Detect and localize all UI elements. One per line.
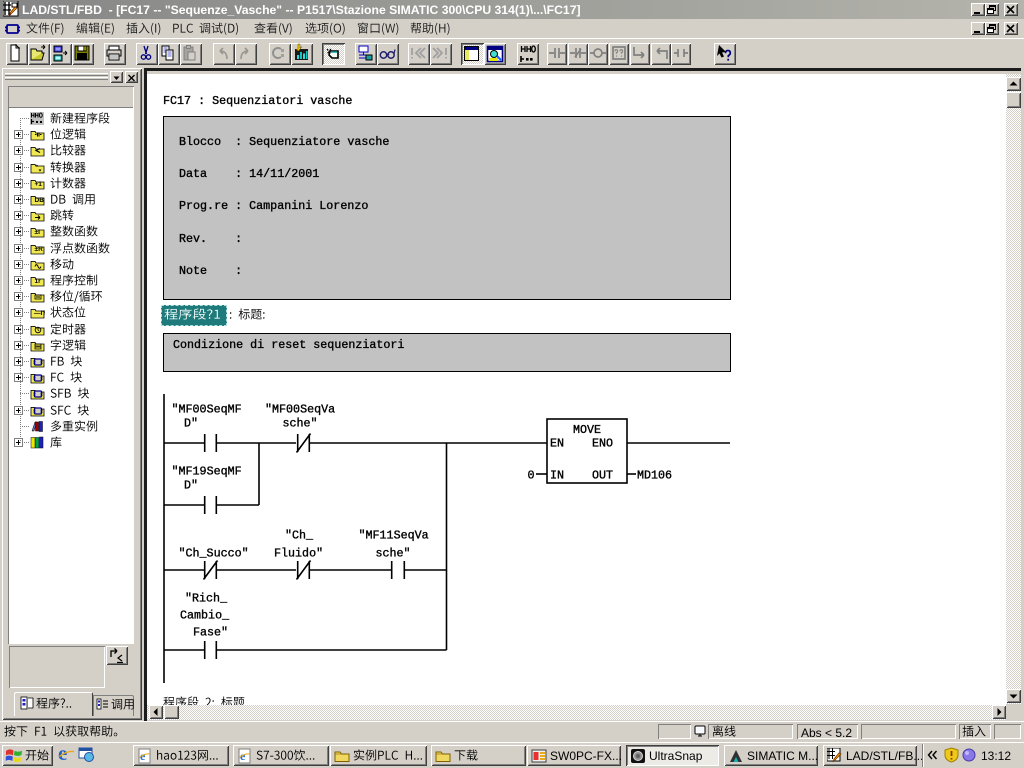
svg-text:"MF11SeqVa: "MF11SeqVa (359, 529, 429, 543)
svg-text:"MF00SeqVa: "MF00SeqVa (265, 403, 335, 417)
svg-text:Fluido": Fluido" (274, 547, 323, 561)
svg-text:MD106: MD106 (637, 469, 672, 483)
svg-text:EN: EN (550, 437, 564, 451)
svg-text:Cambio_: Cambio_ (180, 609, 230, 623)
svg-text:Fase": Fase" (193, 626, 228, 640)
svg-text:OUT: OUT (592, 469, 613, 483)
svg-text:D": D" (184, 479, 198, 493)
svg-text:+1: +1 (35, 181, 43, 188)
svg-text:ENO: ENO (592, 437, 613, 451)
svg-text:D": D" (184, 417, 198, 431)
svg-text:±I: ±I (35, 229, 41, 236)
svg-text:MOVE: MOVE (573, 423, 601, 437)
svg-text:sche": sche" (283, 417, 318, 431)
svg-text:0: 0 (528, 469, 535, 483)
svg-text:sche": sche" (376, 547, 411, 561)
svg-text:IN: IN (550, 469, 564, 483)
svg-text:"Ch_Succo": "Ch_Succo" (179, 547, 249, 561)
svg-text:"MF19SeqMF: "MF19SeqMF (172, 465, 242, 479)
svg-text:"MF00SeqMF: "MF00SeqMF (172, 403, 242, 417)
svg-text:"Ch_: "Ch_ (285, 529, 314, 543)
svg-text:±R: ±R (35, 246, 44, 253)
svg-text:DB: DB (35, 197, 45, 204)
svg-text:"Rich_: "Rich_ (185, 592, 228, 606)
svg-text:1r: 1r (35, 278, 42, 285)
svg-text:—I?: —I? (34, 310, 45, 317)
